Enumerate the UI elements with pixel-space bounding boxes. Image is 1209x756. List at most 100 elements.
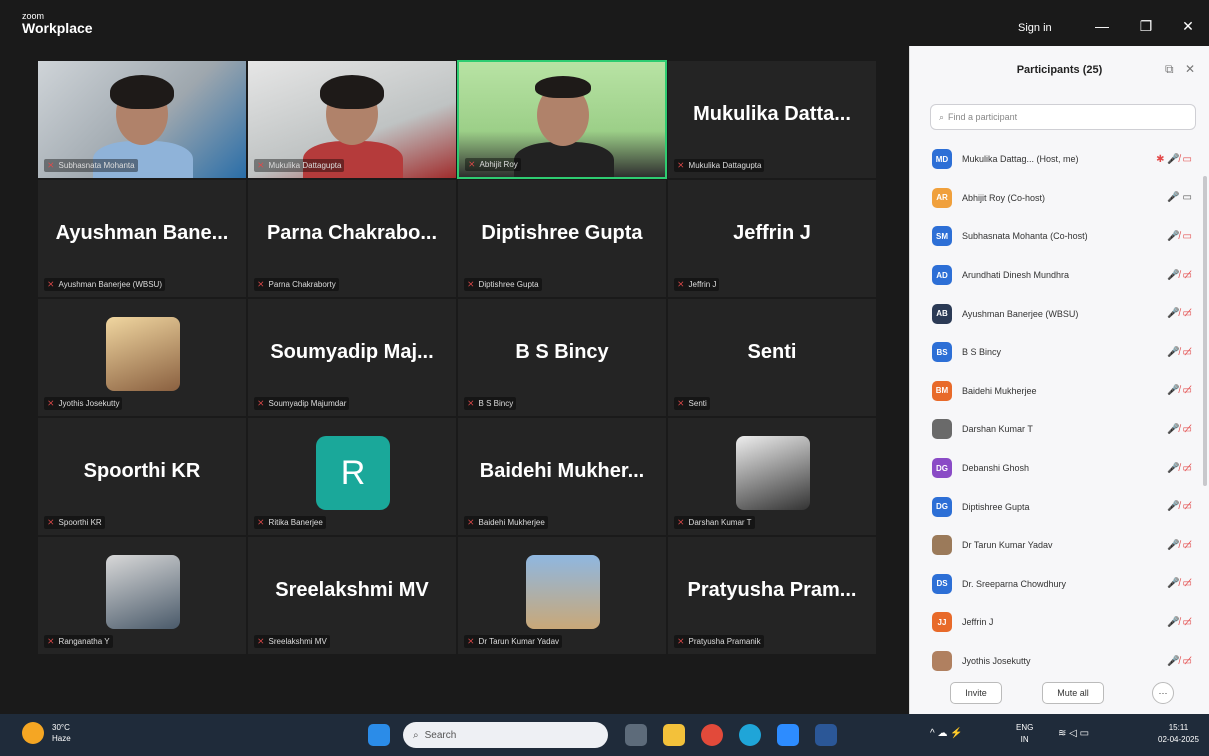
participant-label-text: Abhijit Roy (479, 160, 518, 169)
participant-tile[interactable]: ⨯ Dr Tarun Kumar Yadav (457, 536, 667, 655)
participant-status-icons[interactable]: ✱ 🎤̸ ▭ (1156, 154, 1192, 165)
start-icon[interactable] (368, 724, 390, 746)
participant-row[interactable]: AB Ayushman Banerjee (WBSU) 🎤̸ ▭̸ (910, 294, 1209, 333)
participant-row[interactable]: SM Subhasnata Mohanta (Co-host) 🎤̸ ▭ (910, 217, 1209, 256)
participant-list-scrollbar[interactable] (1203, 176, 1207, 486)
participant-status-icons[interactable]: 🎤̸ ▭̸ (1167, 463, 1192, 474)
video-gallery: ⨯ Subhasnata Mohanta ⨯ Mukulika Dattagupta ⨯… (37, 60, 879, 656)
participant-label-text: Mukulika Dattagupta (268, 161, 342, 170)
participant-display-name: Senti (747, 341, 797, 363)
participant-display-name: Parna Chakrabo... (266, 222, 438, 244)
panel-actions: ⧉ ✕ (1165, 62, 1195, 77)
sign-in-button[interactable]: Sign in (1018, 22, 1052, 34)
participant-tile[interactable]: Senti ⨯ Senti (667, 298, 877, 417)
edge-icon[interactable] (739, 724, 761, 746)
participant-status-icons[interactable]: 🎤̸ ▭̸ (1167, 501, 1192, 512)
participant-tile[interactable]: Ayushman Bane... ⨯ Ayushman Banerjee (WBSU… (37, 179, 247, 298)
temperature: 30°C (52, 723, 70, 732)
weather-widget[interactable]: 30°C Haze (22, 722, 71, 744)
participant-status-icons[interactable]: 🎤̸ ▭̸ (1167, 540, 1192, 551)
participant-tile[interactable]: Pratyusha Pram... ⨯ Pratyusha Pramanik (667, 536, 877, 655)
participant-row[interactable]: JJ Jeffrin J 🎤̸ ▭̸ (910, 603, 1209, 642)
participant-tile[interactable]: Parna Chakrabo... ⨯ Parna Chakraborty (247, 179, 457, 298)
participant-label-text: Darshan Kumar T (688, 518, 752, 527)
participant-row[interactable]: DG Diptishree Gupta 🎤̸ ▭̸ (910, 487, 1209, 526)
participant-tile[interactable]: B S Bincy ⨯ B S Bincy (457, 298, 667, 417)
participant-status-icons[interactable]: 🎤̸ ▭̸ (1167, 347, 1192, 358)
participant-tile[interactable]: R ⨯ Ritika Banerjee (247, 417, 457, 536)
participant-status-icons[interactable]: 🎤̸ ▭̸ (1167, 617, 1192, 628)
participant-row[interactable]: AR Abhijit Roy (Co-host) 🎤 ▭ (910, 179, 1209, 218)
participant-tile[interactable]: ⨯ Jyothis Josekutty (37, 298, 247, 417)
participant-avatar: BS (932, 342, 952, 363)
participant-tile[interactable]: Soumyadip Maj... ⨯ Soumyadip Majumdar (247, 298, 457, 417)
profile-picture (106, 555, 180, 629)
participant-name-label: ⨯ Baidehi Mukherjee (464, 516, 548, 529)
minimize-button[interactable]: — (1092, 18, 1112, 34)
clock-time: 15:11 (1168, 723, 1189, 732)
taskbar-search[interactable]: ⌕ Search (403, 722, 608, 748)
close-icon[interactable]: ✕ (1185, 62, 1195, 76)
participant-tile[interactable]: Diptishree Gupta ⨯ Diptishree Gupta (457, 179, 667, 298)
task-view-icon[interactable] (625, 724, 647, 746)
participant-name: Debanshi Ghosh (962, 463, 1030, 474)
participant-name-label: ⨯ Senti (674, 397, 710, 410)
participant-name-label: ⨯ Soumyadip Majumdar (254, 397, 350, 410)
language-indicator[interactable]: ENG IN (1016, 722, 1033, 746)
participant-tile[interactable]: ⨯ Mukulika Dattagupta (247, 60, 457, 179)
tray-icons[interactable]: ^ ☁ ⚡ (930, 728, 963, 740)
popout-icon[interactable]: ⧉ (1165, 62, 1174, 76)
participant-row[interactable]: Dr Tarun Kumar Yadav 🎤̸ ▭̸ (910, 526, 1209, 565)
participant-name-label: ⨯ Ayushman Banerjee (WBSU) (44, 278, 165, 291)
participant-tile[interactable]: ⨯ Darshan Kumar T (667, 417, 877, 536)
participant-row[interactable]: MD Mukulika Dattag... (Host, me) ✱ 🎤̸ ▭ (910, 140, 1209, 179)
profile-picture (526, 555, 600, 629)
participant-tile[interactable]: ⨯ Ranganatha Y (37, 536, 247, 655)
network-sound-battery-icons[interactable]: ≋ ◁ ▭ (1058, 728, 1089, 740)
participant-tile[interactable]: Sreelakshmi MV ⨯ Sreelakshmi MV (247, 536, 457, 655)
participant-status-icons[interactable]: 🎤̸ ▭̸ (1167, 424, 1192, 435)
mic-muted-icon: ⨯ (47, 517, 55, 527)
chrome-icon[interactable] (701, 724, 723, 746)
invite-button[interactable]: Invite (950, 682, 1002, 704)
mute-all-button[interactable]: Mute all (1042, 682, 1104, 704)
participant-tile[interactable]: Jeffrin J ⨯ Jeffrin J (667, 179, 877, 298)
participant-tile[interactable]: Mukulika Datta... ⨯ Mukulika Dattagupta (667, 60, 877, 179)
clock[interactable]: 15:11 02-04-2025 (1158, 722, 1199, 746)
participant-status-icons[interactable]: 🎤 ▭ (1167, 192, 1192, 203)
participant-row[interactable]: Jyothis Josekutty 🎤̸ ▭̸ (910, 642, 1209, 681)
participant-name-label: ⨯ Darshan Kumar T (674, 516, 755, 529)
participant-status-icons[interactable]: 🎤̸ ▭̸ (1167, 270, 1192, 281)
participant-row[interactable]: BM Baidehi Mukherjee 🎤̸ ▭̸ (910, 372, 1209, 411)
participant-status-icons[interactable]: 🎤̸ ▭̸ (1167, 578, 1192, 589)
zoom-icon[interactable] (777, 724, 799, 746)
participant-status-icons[interactable]: 🎤̸ ▭̸ (1167, 308, 1192, 319)
restore-button[interactable]: ❐ (1136, 18, 1156, 35)
close-button[interactable]: ✕ (1178, 18, 1198, 35)
more-button[interactable]: ··· (1152, 682, 1174, 704)
participant-status-icons[interactable]: 🎤̸ ▭̸ (1167, 385, 1192, 396)
participant-row[interactable]: DG Debanshi Ghosh 🎤̸ ▭̸ (910, 449, 1209, 488)
participant-status-icons[interactable]: 🎤̸ ▭̸ (1167, 656, 1192, 667)
participant-name-label: ⨯ Parna Chakraborty (254, 278, 339, 291)
participant-name: Jyothis Josekutty (962, 656, 1031, 667)
mic-muted-icon: ⨯ (677, 398, 685, 408)
participant-row[interactable]: BS B S Bincy 🎤̸ ▭̸ (910, 333, 1209, 372)
participant-row[interactable]: AD Arundhati Dinesh Mundhra 🎤̸ ▭̸ (910, 256, 1209, 295)
participant-list: MD Mukulika Dattag... (Host, me) ✱ 🎤̸ ▭ AR A… (910, 140, 1209, 680)
participant-status-icons[interactable]: 🎤̸ ▭ (1167, 231, 1192, 242)
participant-search-input[interactable]: ⌕ Find a participant (930, 104, 1196, 130)
mic-muted-icon: ⨯ (467, 517, 475, 527)
mic-muted-icon: ⨯ (467, 398, 475, 408)
mic-muted-icon: ⨯ (677, 279, 685, 289)
file-explorer-icon[interactable] (663, 724, 685, 746)
participant-tile[interactable]: Spoorthi KR ⨯ Spoorthi KR (37, 417, 247, 536)
participant-row[interactable]: Darshan Kumar T 🎤̸ ▭̸ (910, 410, 1209, 449)
participant-avatar: AB (932, 303, 952, 324)
participant-row[interactable]: DS Dr. Sreeparna Chowdhury 🎤̸ ▭̸ (910, 565, 1209, 604)
participant-tile[interactable]: Baidehi Mukher... ⨯ Baidehi Mukherjee (457, 417, 667, 536)
word-icon[interactable] (815, 724, 837, 746)
participant-name-label: ⨯ Mukulika Dattagupta (254, 159, 345, 172)
participant-tile[interactable]: ⨯ Abhijit Roy (457, 60, 667, 179)
participant-tile[interactable]: ⨯ Subhasnata Mohanta (37, 60, 247, 179)
